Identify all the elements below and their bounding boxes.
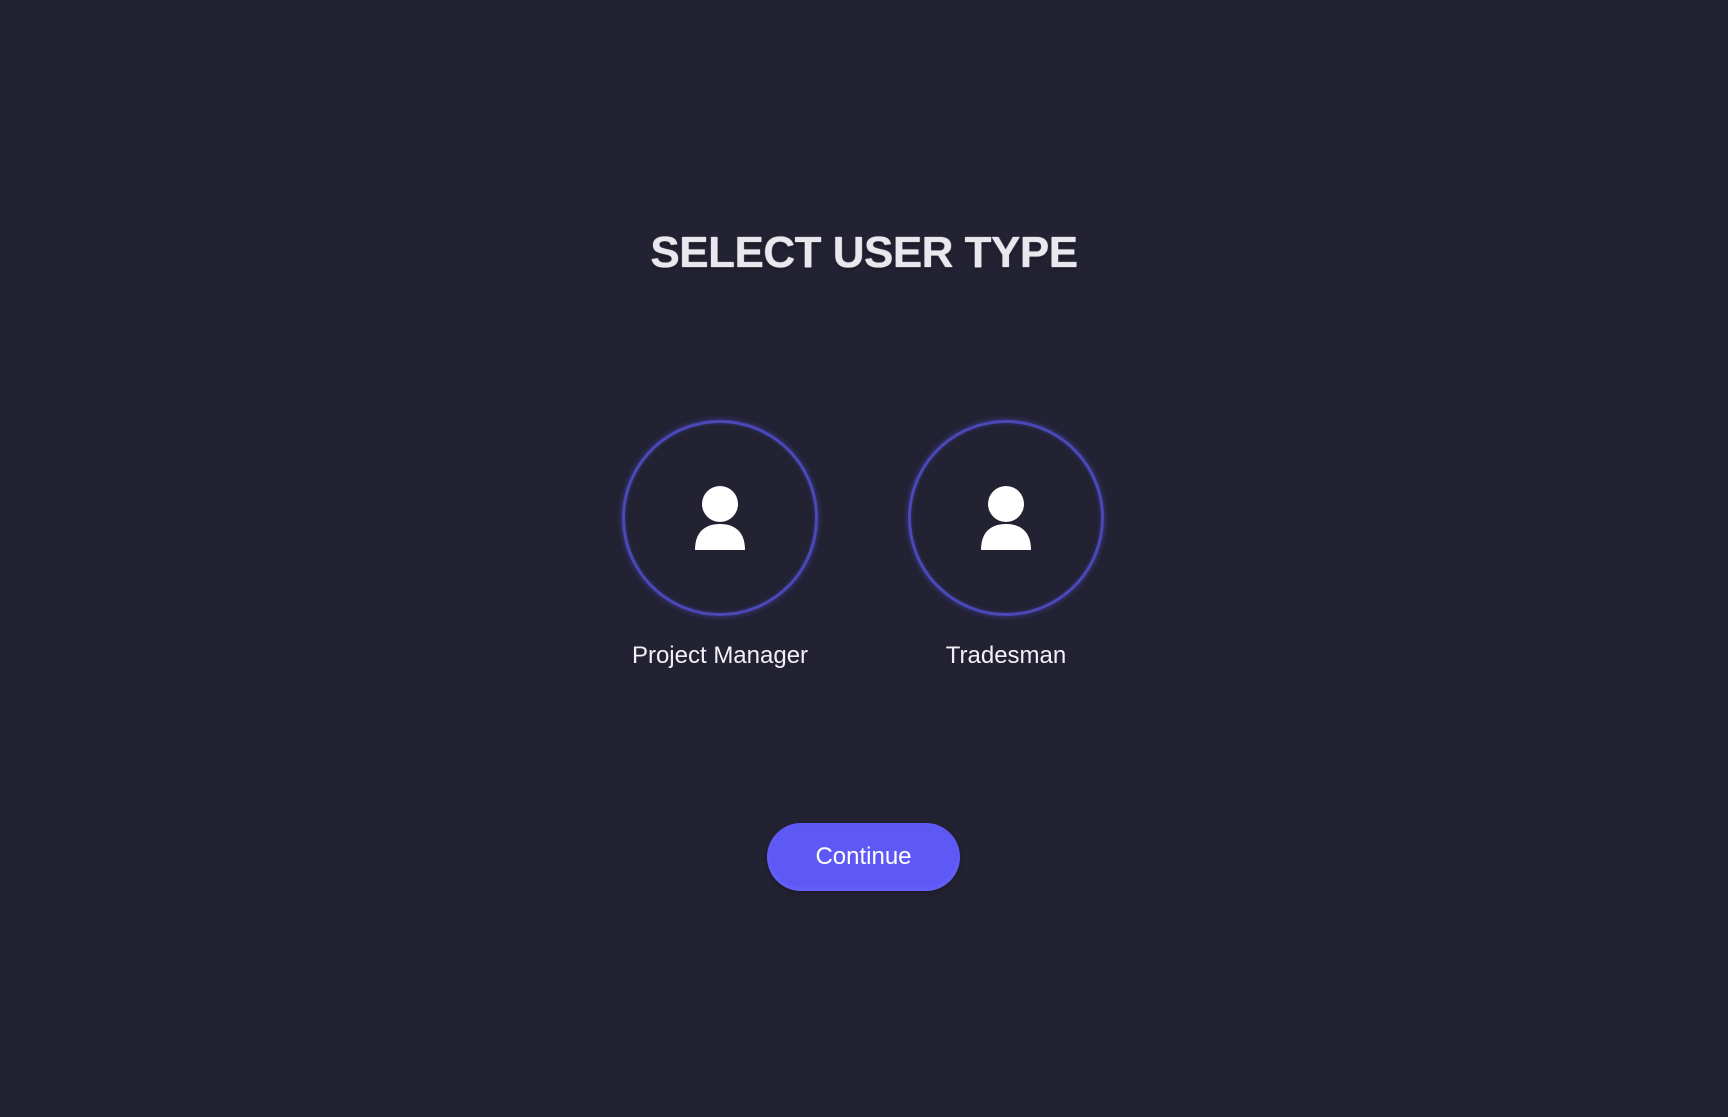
user-type-label: Project Manager [631,642,809,669]
user-icon [695,486,745,550]
user-type-label: Tradesman [945,642,1067,669]
user-type-screen: SELECT USER TYPE Project Manager Tradesm… [0,0,1728,1117]
page-title: SELECT USER TYPE [650,228,1078,277]
user-type-circle[interactable] [622,420,818,616]
user-type-option-tradesman[interactable]: Tradesman [876,420,1136,670]
user-icon [981,486,1031,550]
continue-button[interactable]: Continue [767,823,960,891]
user-type-option-project-manager[interactable]: Project Manager [590,420,850,670]
user-type-circle[interactable] [908,420,1104,616]
